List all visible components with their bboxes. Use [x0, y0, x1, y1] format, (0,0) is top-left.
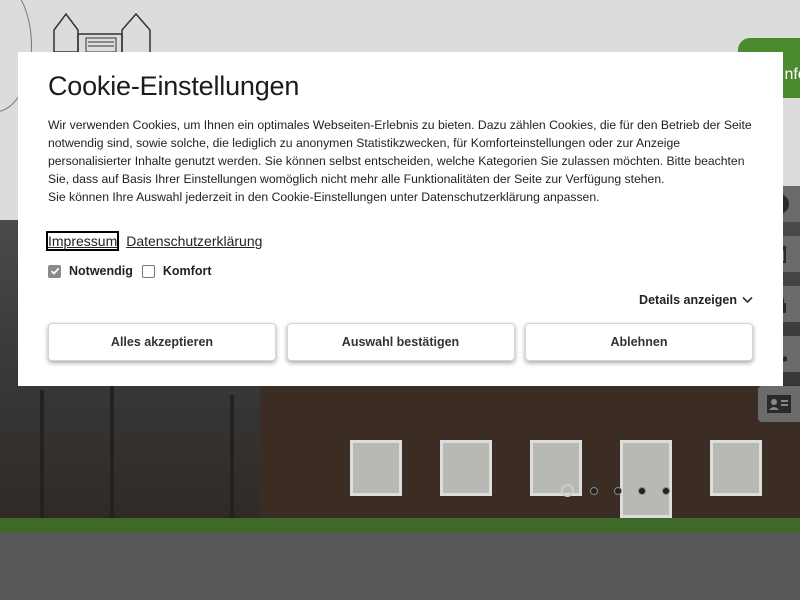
cookie-buttons: Alles akzeptieren Auswahl bestätigen Abl… — [48, 323, 753, 361]
cookie-text-line: Sie können Ihre Auswahl jederzeit in den… — [48, 190, 600, 204]
site-footer — [0, 532, 800, 600]
chevron-down-icon — [742, 296, 753, 304]
cookie-description: Wir verwenden Cookies, um Ihnen ein opti… — [48, 116, 753, 206]
checkmark-icon — [50, 267, 59, 275]
hero-tree — [230, 395, 234, 520]
privacy-policy-link[interactable]: Datenschutzerklärung — [126, 233, 262, 249]
hero-window — [710, 440, 762, 496]
slider-dot[interactable] — [561, 484, 574, 497]
cookie-categories: Notwendig Komfort — [48, 264, 753, 278]
hero-door — [620, 440, 672, 518]
side-tool-contact[interactable] — [758, 386, 800, 422]
slider-dot[interactable] — [662, 486, 670, 495]
details-toggle[interactable]: Details anzeigen — [639, 293, 753, 307]
details-label: Details anzeigen — [639, 293, 737, 307]
accept-all-button[interactable]: Alles akzeptieren — [48, 323, 276, 361]
hero-window — [440, 440, 492, 496]
notwendig-checkbox[interactable] — [48, 264, 61, 278]
cookie-text-line: Sie, dass auf Basis Ihrer Einstellungen … — [48, 172, 665, 186]
cookie-dialog: Cookie-Einstellungen Wir verwenden Cooki… — [18, 52, 783, 386]
komfort-label: Komfort — [162, 264, 212, 278]
hero-tree — [40, 390, 44, 520]
slider-dot[interactable] — [638, 486, 646, 495]
komfort-checkbox[interactable] — [141, 264, 155, 278]
cookie-links: Impressum Datenschutzerklärung — [45, 231, 753, 251]
cookie-text-line: notwendig sind, sowie solche, die ledigl… — [48, 136, 681, 150]
cookie-title: Cookie-Einstellungen — [48, 71, 300, 101]
school-logo[interactable] — [52, 12, 152, 52]
contact-card-icon — [767, 395, 791, 413]
hero-window — [350, 440, 402, 496]
reject-button[interactable]: Ablehnen — [525, 323, 753, 361]
details-row: Details anzeigen — [48, 293, 753, 307]
info-tab-label: Info — [780, 66, 800, 83]
slider-dots — [561, 484, 670, 497]
confirm-selection-button[interactable]: Auswahl bestätigen — [286, 323, 515, 361]
option-notwendig[interactable]: Notwendig — [48, 264, 133, 278]
impressum-link[interactable]: Impressum — [45, 231, 120, 251]
hero-tree — [110, 380, 114, 520]
cookie-text-line: Wir verwenden Cookies, um Ihnen ein opti… — [48, 118, 752, 132]
cookie-text-line: personalisierter Inhalte genutzt werden.… — [48, 154, 745, 168]
notwendig-label: Notwendig — [69, 264, 133, 278]
green-divider — [0, 518, 800, 532]
slider-dot[interactable] — [614, 486, 622, 495]
slider-dot[interactable] — [590, 486, 598, 495]
option-komfort[interactable]: Komfort — [141, 264, 212, 278]
